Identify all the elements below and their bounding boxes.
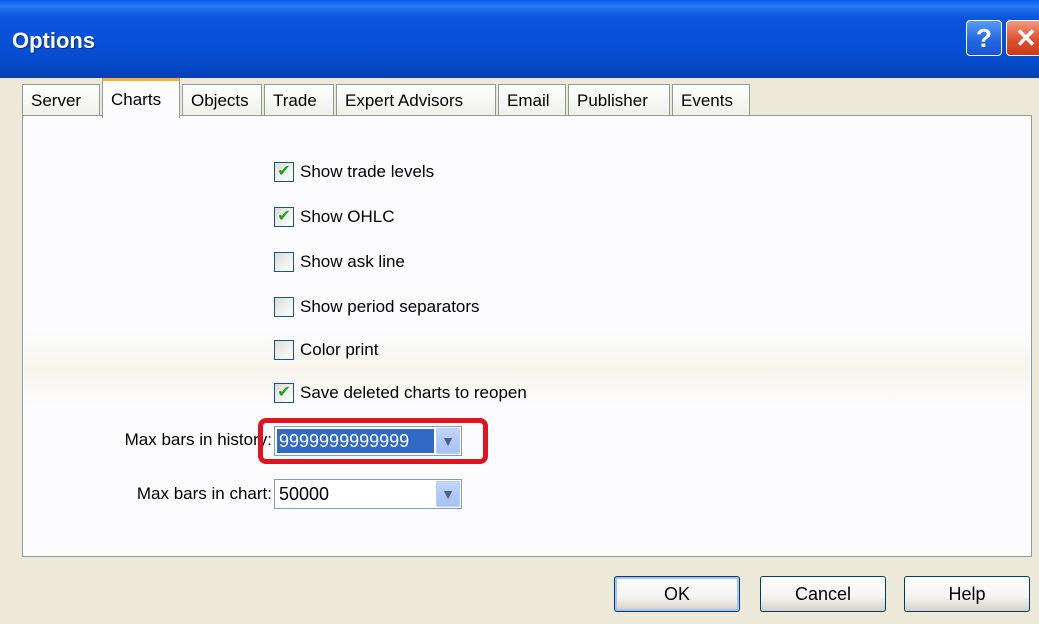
title-bar[interactable]: Options ? ✕ [0,0,1039,78]
save-deleted-charts-checkbox[interactable]: ✔ Save deleted charts to reopen [274,381,527,405]
help-button[interactable]: Help [904,576,1030,612]
tab-objects[interactable]: Objects [182,84,262,116]
max-bars-chart-label: Max bars in chart: [136,484,272,503]
max-bars-chart-combo[interactable]: 50000 ▼ [274,479,462,509]
max-bars-history-label: Max bars in history: [124,430,272,449]
tab-trade[interactable]: Trade [264,84,334,116]
checkmark-icon[interactable]: ✔ [274,162,294,182]
checkmark-icon[interactable]: ✔ [274,207,294,227]
ok-button[interactable]: OK [614,576,740,612]
show-period-separators-checkbox[interactable]: Show period separators [274,295,480,319]
tab-publisher[interactable]: Publisher [568,84,670,116]
tab-server[interactable]: Server [22,84,100,116]
show-ask-line-checkbox[interactable]: Show ask line [274,250,405,274]
tab-bar: Server Charts Objects Trade Expert Advis… [22,76,1022,118]
red-highlight-outline [258,418,488,464]
window-title: Options [12,28,96,53]
tab-events[interactable]: Events [672,84,750,116]
checkbox-box[interactable] [274,252,294,272]
checkbox-label: Show period separators [300,297,480,316]
tab-expert-advisors[interactable]: Expert Advisors [336,84,496,116]
show-trade-levels-checkbox[interactable]: ✔ Show trade levels [274,160,434,184]
checkbox-label: Save deleted charts to reopen [300,383,527,402]
chevron-down-icon[interactable]: ▼ [436,481,460,507]
close-icon[interactable]: ✕ [1006,20,1039,56]
help-icon[interactable]: ? [966,20,1002,56]
max-bars-chart-value[interactable]: 50000 [275,480,436,508]
checkbox-box[interactable] [274,297,294,317]
tab-charts[interactable]: Charts [102,78,180,118]
checkbox-label: Show ask line [300,252,405,271]
checkbox-label: Color print [300,340,379,359]
cancel-button[interactable]: Cancel [760,576,886,612]
tab-email[interactable]: Email [498,84,566,116]
show-ohlc-checkbox[interactable]: ✔ Show OHLC [274,205,394,229]
checkbox-label: Show trade levels [300,162,435,181]
color-print-checkbox[interactable]: Color print [274,338,378,362]
checkbox-box[interactable] [274,340,294,360]
checkmark-icon[interactable]: ✔ [274,383,294,403]
panel-background-band [24,331,1030,406]
checkbox-label: Show OHLC [300,207,395,226]
